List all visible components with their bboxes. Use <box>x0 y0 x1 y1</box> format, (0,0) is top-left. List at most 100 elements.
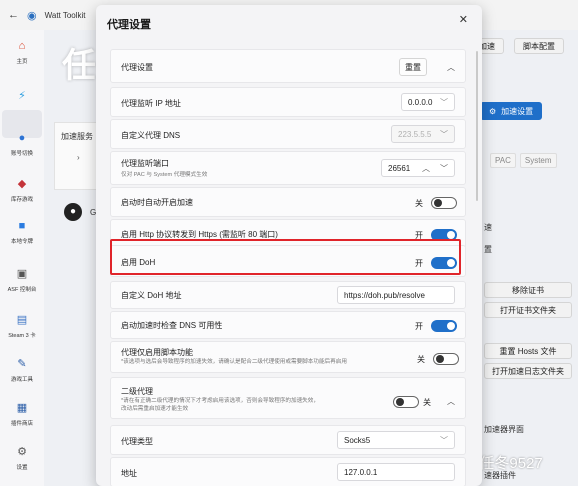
row-sublabel: 仅对 PAC 与 System 代理模式生效 <box>121 172 208 178</box>
sidebar-item-label: 插件商店 <box>10 421 33 427</box>
input-value: 127.0.0.1 <box>344 467 378 477</box>
row-doh-url: 自定义 DoH 地址 https://doh.pub/resolve <box>110 281 466 309</box>
proxy-settings-dialog: 代理设置 ✕ 代理设置 重置 ︿ 代理监听 IP 地址 0.0.0.0 ﹀ 自定… <box>96 5 482 486</box>
chevron-up-icon[interactable]: ︿ <box>447 62 455 73</box>
row-label: 启动加速时检查 DNS 可用性 <box>121 321 223 330</box>
row-address: 地址 127.0.0.1 <box>110 457 466 486</box>
toggle-knob <box>447 259 455 267</box>
chevron-up-icon[interactable]: ︿ <box>447 396 455 407</box>
toggle-knob <box>396 398 404 406</box>
row-custom-dns: 自定义代理 DNS 223.5.5.5 ﹀ <box>110 119 466 149</box>
http-redirect-toggle[interactable] <box>431 229 457 241</box>
row-auto-start: 启动时自动开启加速 关 <box>110 187 466 217</box>
row-sublabel: *该选项与选后会导致程序的加速失效，请确认是配合二级代理使用或需要脚本功能后再启… <box>121 359 347 365</box>
row-label: 地址 <box>121 469 137 478</box>
reset-hosts-button[interactable]: 重置 Hosts 文件 <box>484 343 572 359</box>
proxy-mode-segment[interactable]: PAC System <box>490 153 557 168</box>
sidebar-item-6[interactable]: ▤ Steam 3 卡 <box>0 312 44 339</box>
custom-dns-field[interactable]: 223.5.5.5 ﹀ <box>391 125 455 143</box>
store-icon: ▦ <box>16 402 28 414</box>
bg-text-1: 速 <box>484 223 492 232</box>
doh-url-input[interactable]: https://doh.pub/resolve <box>337 286 455 304</box>
bg-text-3: 加速器界面 <box>484 425 524 434</box>
listen-ip-select[interactable]: 0.0.0.0 ﹀ <box>401 93 455 111</box>
mode-pac[interactable]: PAC <box>490 153 516 168</box>
toggle-state-label: 关 <box>415 199 423 208</box>
doh-toggle[interactable] <box>431 257 457 269</box>
input-value: https://doh.pub/resolve <box>344 290 425 300</box>
address-input[interactable]: 127.0.0.1 <box>337 463 455 481</box>
chevron-down-icon: ﹀ <box>440 98 448 107</box>
accel-settings-label: 加速设置 <box>501 106 534 116</box>
close-icon[interactable]: ✕ <box>459 13 468 26</box>
select-value: 0.0.0.0 <box>408 97 433 107</box>
secondary-proxy-toggle[interactable] <box>393 396 419 408</box>
sidebar-item-label: 本地令牌 <box>10 239 33 245</box>
toggle-state-label: 开 <box>415 322 423 331</box>
row-sublabel-2: 改动后需重启加速才能生效 <box>121 406 189 412</box>
sidebar-item-0[interactable]: ⌂ 主页 <box>0 38 44 65</box>
row-label: 代理设置 <box>121 63 153 72</box>
sidebar-item-label: 主页 <box>16 59 28 65</box>
app-logo-icon: ◉ <box>27 9 37 22</box>
token-icon: ■ <box>18 220 26 232</box>
bg-text-2: 置 <box>484 245 492 254</box>
reset-button[interactable]: 重置 <box>399 58 427 76</box>
users-icon: ● <box>18 132 26 144</box>
sidebar-item-label: ASF 控制台 <box>7 287 37 293</box>
app-name: Watt Toolkit <box>44 10 86 20</box>
row-secondary-proxy: 二级代理 *请在有正确二级代理的情况下才考虑启用该选项，否则会导致程序的加速失效… <box>110 377 466 419</box>
field-value: 223.5.5.5 <box>398 129 432 139</box>
card-icon: ▤ <box>16 314 28 326</box>
stepper-down-icon[interactable]: ﹀ <box>440 163 448 174</box>
row-proxy-mode: 代理设置 重置 ︿ <box>110 49 466 83</box>
mode-system[interactable]: System <box>519 153 557 168</box>
scrollbar[interactable] <box>476 51 478 201</box>
script-only-toggle[interactable] <box>433 353 459 365</box>
toggle-knob <box>434 199 442 207</box>
tools-icon: ✎ <box>17 358 27 370</box>
sidebar-item-label: 设置 <box>16 465 28 471</box>
sidebar-item-2[interactable]: ● 账号切换 <box>0 130 44 157</box>
chevron-down-icon: ﹀ <box>440 436 448 445</box>
back-arrow-icon[interactable]: ← <box>8 9 19 21</box>
proxy-type-select[interactable]: Socks5 ﹀ <box>337 431 455 449</box>
open-cert-folder-button[interactable]: 打开证书文件夹 <box>484 302 572 318</box>
chevron-down-icon: ﹀ <box>440 130 448 139</box>
sidebar-item-label: 游戏工具 <box>10 377 33 383</box>
open-log-folder-button[interactable]: 打开加速日志文件夹 <box>484 363 572 379</box>
sidebar-item-label: 账号切换 <box>10 151 33 157</box>
row-label: 代理监听 IP 地址 <box>121 99 181 108</box>
remove-cert-button[interactable]: 移除证书 <box>484 282 572 298</box>
toggle-state-label: 关 <box>417 355 425 364</box>
home-icon: ⌂ <box>18 40 26 52</box>
chevron-right-icon[interactable]: › <box>77 153 80 162</box>
sidebar-item-8[interactable]: ▦ 插件商店 <box>0 400 44 427</box>
sidebar-item-7[interactable]: ✎ 游戏工具 <box>0 356 44 383</box>
toggle-state-label: 关 <box>423 398 431 407</box>
script-config-button[interactable]: 脚本配置 <box>514 38 564 54</box>
accel-settings-button[interactable]: ⚙ 加速设置 <box>480 102 543 120</box>
toggle-state-label: 开 <box>415 231 423 240</box>
dns-check-toggle[interactable] <box>431 320 457 332</box>
toggle-knob <box>447 322 455 330</box>
row-label: 启用 DoH <box>121 258 156 267</box>
gear-icon: ⚙ <box>489 106 497 116</box>
row-label: 启动时自动开启加速 <box>121 198 193 207</box>
sidebar-item-label: Steam 3 卡 <box>8 333 36 339</box>
stepper-value: 26561 <box>388 163 411 173</box>
sidebar-item-9[interactable]: ⚙ 设置 <box>0 444 44 471</box>
github-icon[interactable]: ● <box>64 203 82 221</box>
sidebar-item-4[interactable]: ■ 本地令牌 <box>0 218 44 245</box>
sidebar-item-5[interactable]: ▣ ASF 控制台 <box>0 266 44 293</box>
sidebar-item-3[interactable]: ◆ 库存游戏 <box>0 176 44 203</box>
stepper-up-icon[interactable]: ︿ <box>422 163 430 174</box>
row-label: 自定义代理 DNS <box>121 131 181 140</box>
toggle-knob <box>436 355 444 363</box>
listen-port-stepper[interactable]: 26561 ︿ ﹀ <box>381 159 455 177</box>
gear-icon: ⚙ <box>17 446 27 458</box>
panel-label: 加速服务 <box>61 132 93 141</box>
row-label: 启用 Http 协议转发到 Https (需监听 80 端口) <box>121 230 278 239</box>
sidebar-item-1[interactable]: ⚡ <box>0 88 44 107</box>
auto-start-toggle[interactable] <box>431 197 457 209</box>
